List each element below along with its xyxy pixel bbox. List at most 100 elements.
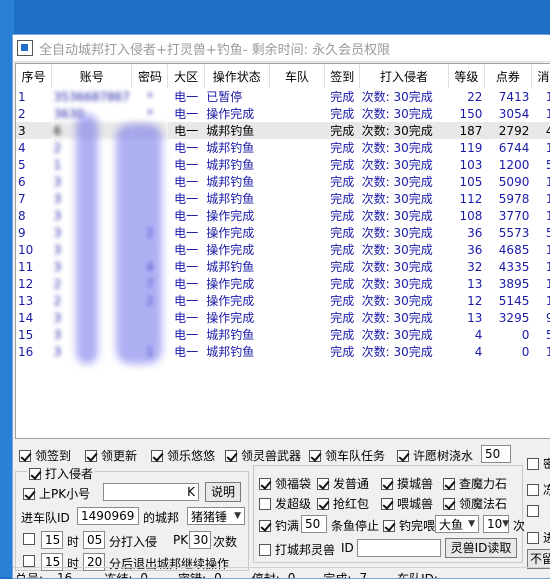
col-account[interactable]: 账号 bbox=[52, 64, 132, 88]
table-cell: 1 bbox=[531, 207, 550, 224]
explain-button[interactable]: 说明 bbox=[205, 482, 241, 502]
table-cell: 城邦钓鱼 bbox=[204, 258, 269, 275]
col-password[interactable]: 密码 bbox=[132, 64, 168, 88]
col-coupon[interactable]: 点券 bbox=[484, 64, 531, 88]
timer1-label: 分打入侵 bbox=[109, 533, 157, 550]
account-table[interactable]: 序号 账号 密码 大区 操作状态 车队 签到 打入侵者 等级 点券 消 1353… bbox=[15, 63, 550, 439]
col-consume[interactable]: 消 bbox=[531, 64, 550, 88]
table-cell: 1 bbox=[531, 190, 550, 207]
feed-beast-checkbox[interactable]: 喂城兽 bbox=[381, 495, 433, 512]
fortune-bag-label: 领福袋 bbox=[275, 475, 311, 492]
checkbox-check bbox=[151, 450, 163, 462]
table-cell bbox=[269, 292, 325, 309]
table-cell: 完成 bbox=[325, 241, 360, 258]
table-cell: 1 bbox=[531, 88, 550, 105]
send-normal-checkbox[interactable]: 发普通 bbox=[317, 475, 369, 492]
timer2-checkbox[interactable] bbox=[23, 555, 39, 567]
city-select[interactable]: 猪猪锤▼ bbox=[187, 507, 245, 525]
status-bar: 总号: 16 冻结: 0 密错: 0 停封: 0 完成: 7 车队ID: bbox=[13, 567, 550, 579]
chevron-down-icon: ▼ bbox=[468, 519, 475, 529]
right-option-4-checkbox[interactable]: 进 bbox=[527, 529, 550, 546]
beast-id-input[interactable] bbox=[357, 539, 441, 557]
timer1-hour-input[interactable]: 15 bbox=[41, 531, 63, 549]
col-sign[interactable]: 签到 bbox=[325, 64, 360, 88]
fortune-bag-checkbox[interactable]: 领福袋 bbox=[259, 475, 311, 492]
team-id-label: 进车队ID bbox=[21, 509, 70, 526]
status-pwd-err: 0 bbox=[214, 571, 222, 579]
table-cell: 电一 bbox=[168, 122, 204, 139]
table-cell: 次数: 30完成 bbox=[360, 343, 449, 360]
timer1-hour-unit: 时 bbox=[67, 533, 79, 550]
city-label: 的城邦 bbox=[143, 509, 179, 526]
collect-beast-weapon-checkbox[interactable]: 领灵兽武器 bbox=[225, 447, 301, 464]
table-row[interactable]: 13536687867*电一已暂停完成次数: 30完成2274131 bbox=[16, 88, 550, 105]
table-cell: 完成 bbox=[325, 224, 360, 241]
checkbox-check bbox=[225, 450, 237, 462]
table-cell: 1 bbox=[531, 105, 550, 122]
super-level-checkbox[interactable]: 发超级 bbox=[259, 495, 311, 512]
table-cell: 4 bbox=[16, 139, 52, 156]
status-done: 7 bbox=[359, 571, 367, 579]
fish-type-select[interactable]: 大鱼▼ bbox=[435, 515, 479, 533]
city-beast-checkbox[interactable]: 打城邦灵兽 bbox=[259, 541, 335, 558]
right-option-2-checkbox[interactable]: 冻 bbox=[527, 481, 550, 498]
fish-full-checkbox[interactable]: 钓满 bbox=[259, 517, 299, 534]
checkbox-check bbox=[397, 450, 409, 462]
col-index[interactable]: 序号 bbox=[16, 64, 52, 88]
collect-update-checkbox[interactable]: 领更新 bbox=[85, 447, 137, 464]
fish-count-input[interactable]: 50 bbox=[301, 515, 327, 533]
table-cell: 4685 bbox=[484, 241, 531, 258]
collect-team-task-checkbox[interactable]: 领车队任务 bbox=[309, 447, 385, 464]
timer1-min-input[interactable]: 05 bbox=[83, 531, 105, 549]
fish-feed-checkbox[interactable]: 钓完喂 bbox=[383, 517, 435, 534]
table-cell: 次数: 30完成 bbox=[360, 88, 449, 105]
grab-red-checkbox[interactable]: 抢红包 bbox=[317, 495, 369, 512]
table-cell: 次数: 30完成 bbox=[360, 207, 449, 224]
wish-tree-checkbox[interactable]: 许愿树浇水 bbox=[397, 447, 473, 464]
checkbox-check bbox=[23, 488, 35, 500]
table-cell: 电一 bbox=[168, 173, 204, 190]
col-status[interactable]: 操作状态 bbox=[204, 64, 269, 88]
table-cell: 完成 bbox=[325, 326, 360, 343]
invader-checkbox[interactable]: 打入侵者 bbox=[27, 465, 95, 482]
read-beast-id-button[interactable]: 灵兽ID读取 bbox=[445, 538, 517, 558]
checkbox-check bbox=[317, 478, 329, 490]
table-cell: 完成 bbox=[325, 105, 360, 122]
table-cell: 次数: 30完成 bbox=[360, 122, 449, 139]
fish-times-select[interactable]: 10▼ bbox=[483, 515, 509, 533]
table-cell: 4 bbox=[531, 122, 550, 139]
table-cell: 2 bbox=[16, 105, 52, 122]
col-level[interactable]: 等级 bbox=[448, 64, 484, 88]
table-cell: 1 bbox=[531, 292, 550, 309]
team-id-input[interactable]: 1490969 bbox=[77, 507, 139, 525]
table-cell: 完成 bbox=[325, 156, 360, 173]
table-cell: 完成 bbox=[325, 173, 360, 190]
table-cell: 0 bbox=[484, 326, 531, 343]
table-cell: 城邦钓鱼 bbox=[204, 139, 269, 156]
invader-label: 打入侵者 bbox=[45, 465, 93, 482]
table-cell: 6 bbox=[16, 173, 52, 190]
pk-times-input[interactable]: 30 bbox=[189, 531, 211, 549]
wish-tree-input[interactable]: 50 bbox=[481, 445, 511, 463]
status-team-label: 车队ID: bbox=[397, 570, 438, 579]
pk-alt-label: 上PK小号 bbox=[39, 485, 90, 502]
table-cell bbox=[269, 326, 325, 343]
table-cell: 10 bbox=[16, 241, 52, 258]
collect-happy-checkbox[interactable]: 领乐悠悠 bbox=[151, 447, 215, 464]
timer1-checkbox[interactable] bbox=[23, 533, 39, 545]
right-option-1-checkbox[interactable]: 密 bbox=[527, 455, 550, 472]
table-cell: 电一 bbox=[168, 292, 204, 309]
col-invader[interactable]: 打入侵者 bbox=[360, 64, 449, 88]
pk-alt-checkbox[interactable]: 上PK小号 bbox=[23, 485, 90, 502]
right-option-3-checkbox[interactable] bbox=[527, 505, 543, 517]
pk-alt-input[interactable]: K bbox=[103, 483, 199, 501]
checkbox-check bbox=[23, 533, 35, 545]
right-button[interactable]: 不留 bbox=[527, 549, 550, 569]
col-team[interactable]: 车队 bbox=[269, 64, 325, 88]
table-cell: * bbox=[132, 105, 168, 122]
collect-magic-checkbox[interactable]: 领魔法石 bbox=[443, 495, 507, 512]
check-power-checkbox[interactable]: 查魔力石 bbox=[443, 475, 507, 492]
col-region[interactable]: 大区 bbox=[168, 64, 204, 88]
touch-beast-checkbox[interactable]: 摸城兽 bbox=[381, 475, 433, 492]
sign-in-checkbox[interactable]: 领签到 bbox=[19, 447, 71, 464]
